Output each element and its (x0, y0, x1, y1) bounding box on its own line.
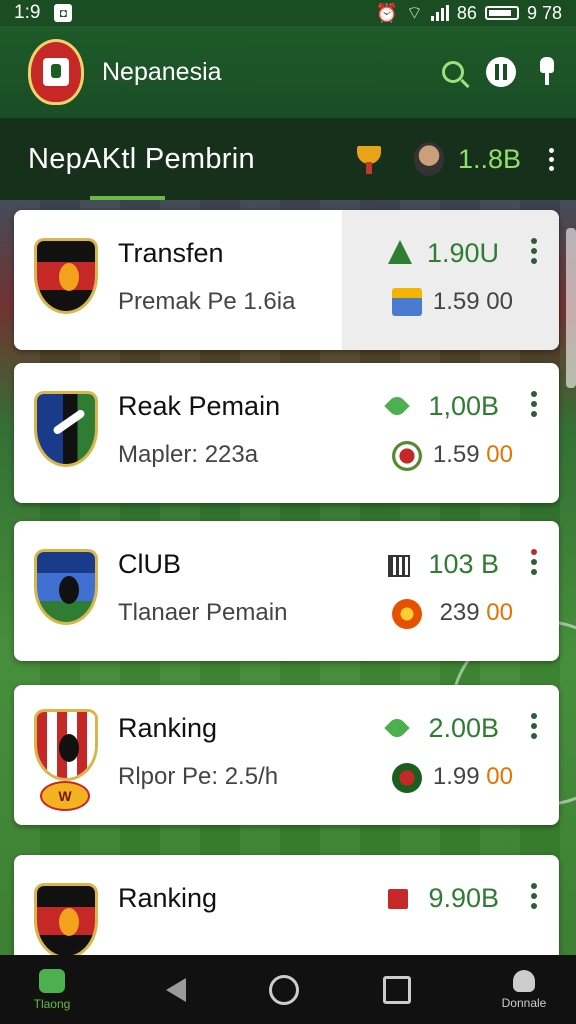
card-primary-value: 2.00B (428, 713, 499, 743)
ball-icon (392, 763, 422, 793)
tab-indicator (90, 196, 165, 200)
card-secondary-value: 1.59 00 (433, 288, 513, 316)
notification-icon: ◘ (54, 4, 73, 22)
app-logo[interactable] (28, 39, 84, 105)
list-item[interactable]: Reak Pemain Mapler: 223a 1,00B 1.59 00 (14, 363, 559, 503)
list-item[interactable]: Ranking 9.90B (14, 855, 559, 965)
status-clock: 9 78 (526, 2, 562, 23)
app-title: Nepanesia (102, 57, 222, 86)
secondary-suffix: 00 (486, 288, 513, 315)
list-item[interactable]: W Ranking Rlpor Pe: 2.5/h 2.00B 1.99 00 (14, 685, 559, 825)
nav-home[interactable]: Tlaong (22, 968, 82, 1011)
card-menu-icon[interactable] (531, 238, 537, 264)
card-menu-icon[interactable] (531, 549, 537, 575)
battery-icon (484, 6, 519, 20)
home-icon (39, 968, 65, 993)
profile-icon (513, 969, 535, 992)
list-item[interactable]: Transfen Premak Pe 1.6ia 1.90U 1.59 00 (14, 210, 559, 350)
card-subtitle: Tlanaer Pemain (118, 599, 288, 626)
nav-profile[interactable]: Donnale (494, 969, 554, 1010)
more-icon[interactable] (549, 147, 554, 171)
status-time: 1:9 (14, 2, 41, 23)
gift-icon (388, 889, 408, 909)
card-menu-icon[interactable] (531, 883, 537, 909)
nav-home-label: Tlaong (33, 996, 71, 1011)
status-bar: 1:9 ◘ ⏰ ⌔ 86 9 78 (0, 0, 576, 26)
lightbulb-icon[interactable] (538, 57, 556, 87)
club-crest (34, 549, 98, 625)
grid-icon (388, 555, 410, 577)
club-crest (34, 238, 98, 314)
building-icon (392, 288, 422, 316)
club-crest (34, 883, 98, 959)
secondary-main: 1.59 (432, 288, 480, 315)
club-crest (34, 709, 98, 781)
secondary-suffix: 00 (486, 763, 513, 790)
card-secondary-value: 1.59 00 (433, 441, 513, 469)
secondary-suffix: 00 (486, 599, 513, 626)
back-icon[interactable] (165, 977, 186, 1002)
secondary-main: 239 (439, 599, 480, 626)
leaf-icon (384, 715, 410, 741)
nav-bar: Tlaong Donnale (0, 955, 576, 1024)
signal-text: 86 (456, 2, 477, 23)
recents-icon[interactable] (382, 975, 411, 1004)
trophy-icon[interactable] (354, 144, 384, 174)
card-title: Ranking (118, 883, 218, 913)
secondary-main: 1.99 (432, 763, 480, 790)
app-bar: Nepanesia (0, 26, 576, 118)
fox-icon (392, 599, 422, 629)
list-item[interactable]: ClUB Tlanaer Pemain 103 B 239 00 (14, 521, 559, 661)
secondary-main: 1.59 (432, 441, 480, 468)
leaf-icon (384, 393, 410, 419)
search-icon[interactable] (442, 61, 464, 83)
balance-value: 1..8B (457, 143, 521, 174)
card-menu-icon[interactable] (531, 391, 537, 417)
card-secondary-value: 1.99 00 (433, 763, 513, 791)
tab-title[interactable]: NepAKtl Pembrin (28, 143, 354, 176)
card-title: Ranking (118, 713, 218, 743)
pause-icon[interactable] (486, 57, 516, 87)
card-primary-value: 9.90B (428, 883, 499, 913)
card-menu-icon[interactable] (531, 713, 537, 739)
secondary-suffix: 00 (486, 441, 513, 468)
plant-icon (388, 240, 412, 264)
avatar[interactable] (413, 142, 444, 176)
badge-icon: W (40, 781, 90, 811)
card-subtitle: Rlpor Pe: 2.5/h (118, 763, 279, 790)
alarm-icon: ⏰ (375, 2, 398, 23)
card-primary-value: 103 B (428, 549, 499, 579)
home-circle-icon[interactable] (269, 974, 299, 1005)
card-subtitle: Mapler: 223a (118, 441, 259, 468)
card-title: Transfen (118, 238, 224, 268)
scrollbar[interactable] (566, 228, 576, 388)
card-title: Reak Pemain (118, 391, 281, 421)
club-crest (34, 391, 98, 467)
card-subtitle: Premak Pe 1.6ia (118, 288, 296, 315)
card-title: ClUB (118, 549, 182, 579)
card-primary-value: 1,00B (428, 391, 499, 421)
wifi-icon: ⌔ (406, 2, 423, 23)
signal-icon (430, 5, 449, 21)
card-primary-value: 1.90U (426, 238, 499, 268)
tab-header: NepAKtl Pembrin 1..8B (0, 118, 576, 200)
nav-profile-label: Donnale (501, 995, 547, 1010)
wheel-icon (392, 441, 422, 471)
card-secondary-value: 239 00 (440, 599, 513, 627)
